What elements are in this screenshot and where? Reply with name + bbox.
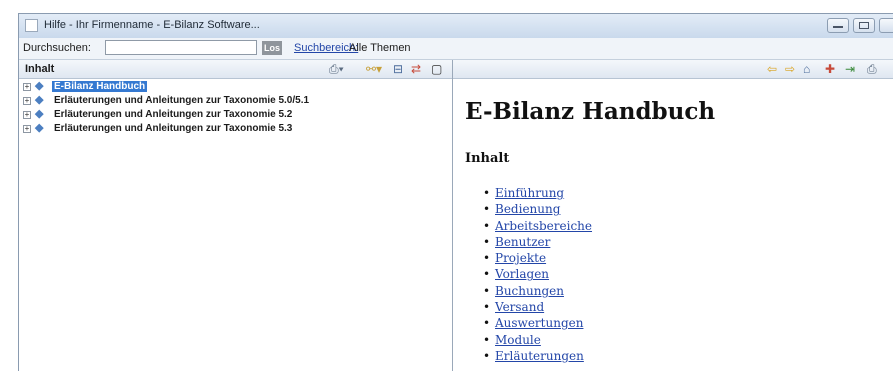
list-item: Bedienung bbox=[483, 202, 592, 218]
list-item: Benutzer bbox=[483, 235, 592, 251]
minimize-icon bbox=[833, 25, 843, 28]
tree-item-label: E-Bilanz Handbuch bbox=[52, 81, 148, 92]
back-icon[interactable]: ⇦ bbox=[767, 62, 777, 76]
toc-link[interactable]: Bedienung bbox=[495, 202, 560, 216]
list-item: Einführung bbox=[483, 186, 592, 202]
book-icon: ◆ bbox=[35, 108, 44, 120]
print-icon[interactable]: ⎙ bbox=[867, 62, 877, 76]
search-scope-value: Alle Themen bbox=[349, 42, 411, 54]
toc-link[interactable]: Benutzer bbox=[495, 235, 550, 249]
list-item: Vorlagen bbox=[483, 267, 592, 283]
search-input[interactable] bbox=[105, 40, 257, 55]
toc-link[interactable]: Arbeitsbereiche bbox=[495, 219, 592, 233]
tree-item-label: Erläuterungen und Anleitungen zur Taxono… bbox=[54, 123, 293, 134]
expand-icon[interactable]: + bbox=[23, 111, 31, 119]
toc-link[interactable]: Erläuterungen bbox=[495, 349, 584, 363]
search-label: Durchsuchen: bbox=[23, 42, 91, 54]
title-bar: Hilfe - Ihr Firmenname - E-Bilanz Softwa… bbox=[19, 14, 893, 38]
tree-item[interactable]: + ◆ Erläuterungen und Anleitungen zur Ta… bbox=[19, 122, 452, 136]
page-title: E-Bilanz Handbuch bbox=[465, 98, 716, 125]
minimize-button[interactable] bbox=[827, 18, 849, 33]
app-icon bbox=[25, 19, 38, 32]
window-title: Hilfe - Ihr Firmenname - E-Bilanz Softwa… bbox=[44, 19, 260, 31]
toc-links: Einführung Bedienung Arbeitsbereiche Ben… bbox=[483, 186, 592, 365]
close-button[interactable] bbox=[879, 18, 893, 33]
tree-item-label: Erläuterungen und Anleitungen zur Taxono… bbox=[54, 109, 293, 120]
show-in-toc-icon[interactable]: ⇥ bbox=[845, 62, 855, 76]
tree-item[interactable]: + ◆ E-Bilanz Handbuch bbox=[19, 80, 452, 94]
expand-icon[interactable]: + bbox=[23, 83, 31, 91]
book-icon: ◆ bbox=[35, 80, 44, 92]
section-title: Inhalt bbox=[465, 151, 510, 166]
expand-icon[interactable]: + bbox=[23, 125, 31, 133]
forward-icon[interactable]: ⇨ bbox=[785, 62, 795, 76]
help-window: Hilfe - Ihr Firmenname - E-Bilanz Softwa… bbox=[18, 13, 893, 371]
home-icon[interactable]: ⌂ bbox=[803, 62, 810, 76]
contents-header: Inhalt ⎙▾ ⚯▾ ⊟ ⇄ ▢ bbox=[19, 60, 452, 79]
book-icon: ◆ bbox=[35, 122, 44, 134]
search-bar: Durchsuchen: Los Suchbereich: Alle Theme… bbox=[19, 38, 893, 60]
toc-link[interactable]: Projekte bbox=[495, 251, 546, 265]
list-item: Module bbox=[483, 333, 592, 349]
print-icon[interactable]: ⎙▾ bbox=[329, 62, 344, 76]
search-go-button[interactable]: Los bbox=[262, 41, 282, 55]
book-icon: ◆ bbox=[35, 94, 44, 106]
maximize-button[interactable] bbox=[853, 18, 875, 33]
tree-item[interactable]: + ◆ Erläuterungen und Anleitungen zur Ta… bbox=[19, 108, 452, 122]
collapse-all-icon[interactable]: ⊟ bbox=[393, 62, 403, 76]
tree-item[interactable]: + ◆ Erläuterungen und Anleitungen zur Ta… bbox=[19, 94, 452, 108]
list-item: Erläuterungen bbox=[483, 349, 592, 365]
contents-tree: + ◆ E-Bilanz Handbuch + ◆ Erläuterungen … bbox=[19, 80, 452, 136]
toc-link[interactable]: Buchungen bbox=[495, 284, 564, 298]
toc-link[interactable]: Einführung bbox=[495, 186, 564, 200]
content-panel: ⇦ ⇨ ⌂ ✚ ⇥ ⎙ E-Bilanz Handbuch Inhalt Ein… bbox=[453, 60, 893, 371]
toc-link[interactable]: Module bbox=[495, 333, 541, 347]
bookmark-icon[interactable]: ✚ bbox=[825, 62, 835, 76]
content-toolbar: ⇦ ⇨ ⌂ ✚ ⇥ ⎙ bbox=[453, 60, 893, 79]
list-item: Projekte bbox=[483, 251, 592, 267]
expand-icon[interactable]: + bbox=[23, 97, 31, 105]
maximize-panel-icon[interactable]: ▢ bbox=[431, 62, 442, 76]
contents-panel: Inhalt ⎙▾ ⚯▾ ⊟ ⇄ ▢ + ◆ E-Bilanz Handbuch… bbox=[19, 60, 453, 371]
toc-link[interactable]: Vorlagen bbox=[495, 267, 549, 281]
toc-link[interactable]: Versand bbox=[495, 300, 544, 314]
maximize-icon bbox=[859, 22, 869, 29]
list-item: Buchungen bbox=[483, 284, 592, 300]
sync-toc-icon[interactable]: ⇄ bbox=[411, 62, 421, 76]
tree-item-label: Erläuterungen und Anleitungen zur Taxono… bbox=[54, 95, 310, 106]
list-item: Versand bbox=[483, 300, 592, 316]
link-icon[interactable]: ⚯▾ bbox=[366, 62, 382, 76]
toc-link[interactable]: Auswertungen bbox=[495, 316, 583, 330]
list-item: Auswertungen bbox=[483, 316, 592, 332]
list-item: Arbeitsbereiche bbox=[483, 219, 592, 235]
contents-title: Inhalt bbox=[25, 63, 55, 75]
